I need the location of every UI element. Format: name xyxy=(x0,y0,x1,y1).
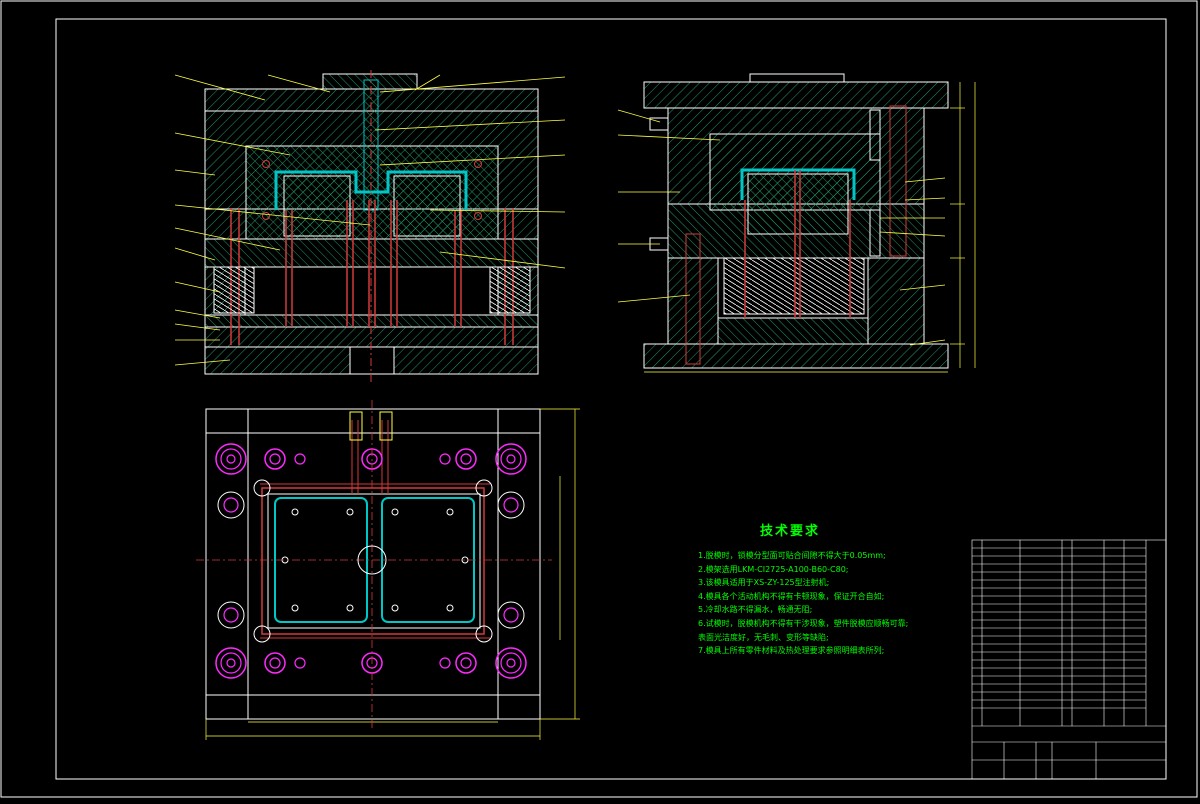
title-block-and-parts-list xyxy=(971,539,1167,780)
requirement-line-2: 2.模架选用LKM-CI2725-A100-B60-C80; xyxy=(698,564,849,574)
plan-cavity-insert xyxy=(261,487,485,635)
plan-view xyxy=(196,400,580,740)
core-left xyxy=(283,175,351,237)
requirement-line-3: 3.该模具适用于XS-ZY-125型注射机; xyxy=(698,578,830,588)
side-left-spacer xyxy=(667,257,719,345)
technical-requirements-title: 技术要求 xyxy=(760,524,821,539)
side-section-view xyxy=(617,73,976,373)
right-return-spring xyxy=(489,266,531,314)
sheet-outer-border xyxy=(0,0,1198,798)
side-core xyxy=(747,173,849,235)
requirement-line-4: 4.模具各个活动机构不得有卡顿现象，保证开合自如; xyxy=(698,591,885,601)
side-ejector-plates xyxy=(717,317,869,345)
core-right xyxy=(393,175,461,237)
front-section-view xyxy=(174,70,566,384)
requirement-line-6b: 表面光洁度好，无毛刺、变形等缺陷; xyxy=(698,632,829,642)
requirement-line-1: 1.脱模时，锁模分型面可贴合间隙不得大于0.05mm; xyxy=(698,551,886,560)
technical-requirements: 技术要求 1.脱模时，锁模分型面可贴合间隙不得大于0.05mm; 2.模架选用L… xyxy=(698,520,938,658)
mold-assembly-drawing xyxy=(0,0,1198,798)
side-top-clamp-plate xyxy=(643,81,949,109)
left-return-spring xyxy=(213,266,255,314)
requirement-line-7: 7.模具上所有零件材料及热处理要求参照明细表所列; xyxy=(698,646,885,656)
requirement-line-6: 6.试模时，脱模机构不得有干涉现象，塑件脱模应顺畅可靠; xyxy=(698,618,909,628)
cad-drawing-sheet: 技术要求 1.脱模时，锁模分型面可贴合间隙不得大于0.05mm; 2.模架选用L… xyxy=(0,0,1200,800)
ejector-hole xyxy=(349,346,395,375)
requirement-line-5: 5.冷却水路不得漏水，畅通无阻; xyxy=(698,605,813,615)
side-right-spacer xyxy=(867,257,925,345)
